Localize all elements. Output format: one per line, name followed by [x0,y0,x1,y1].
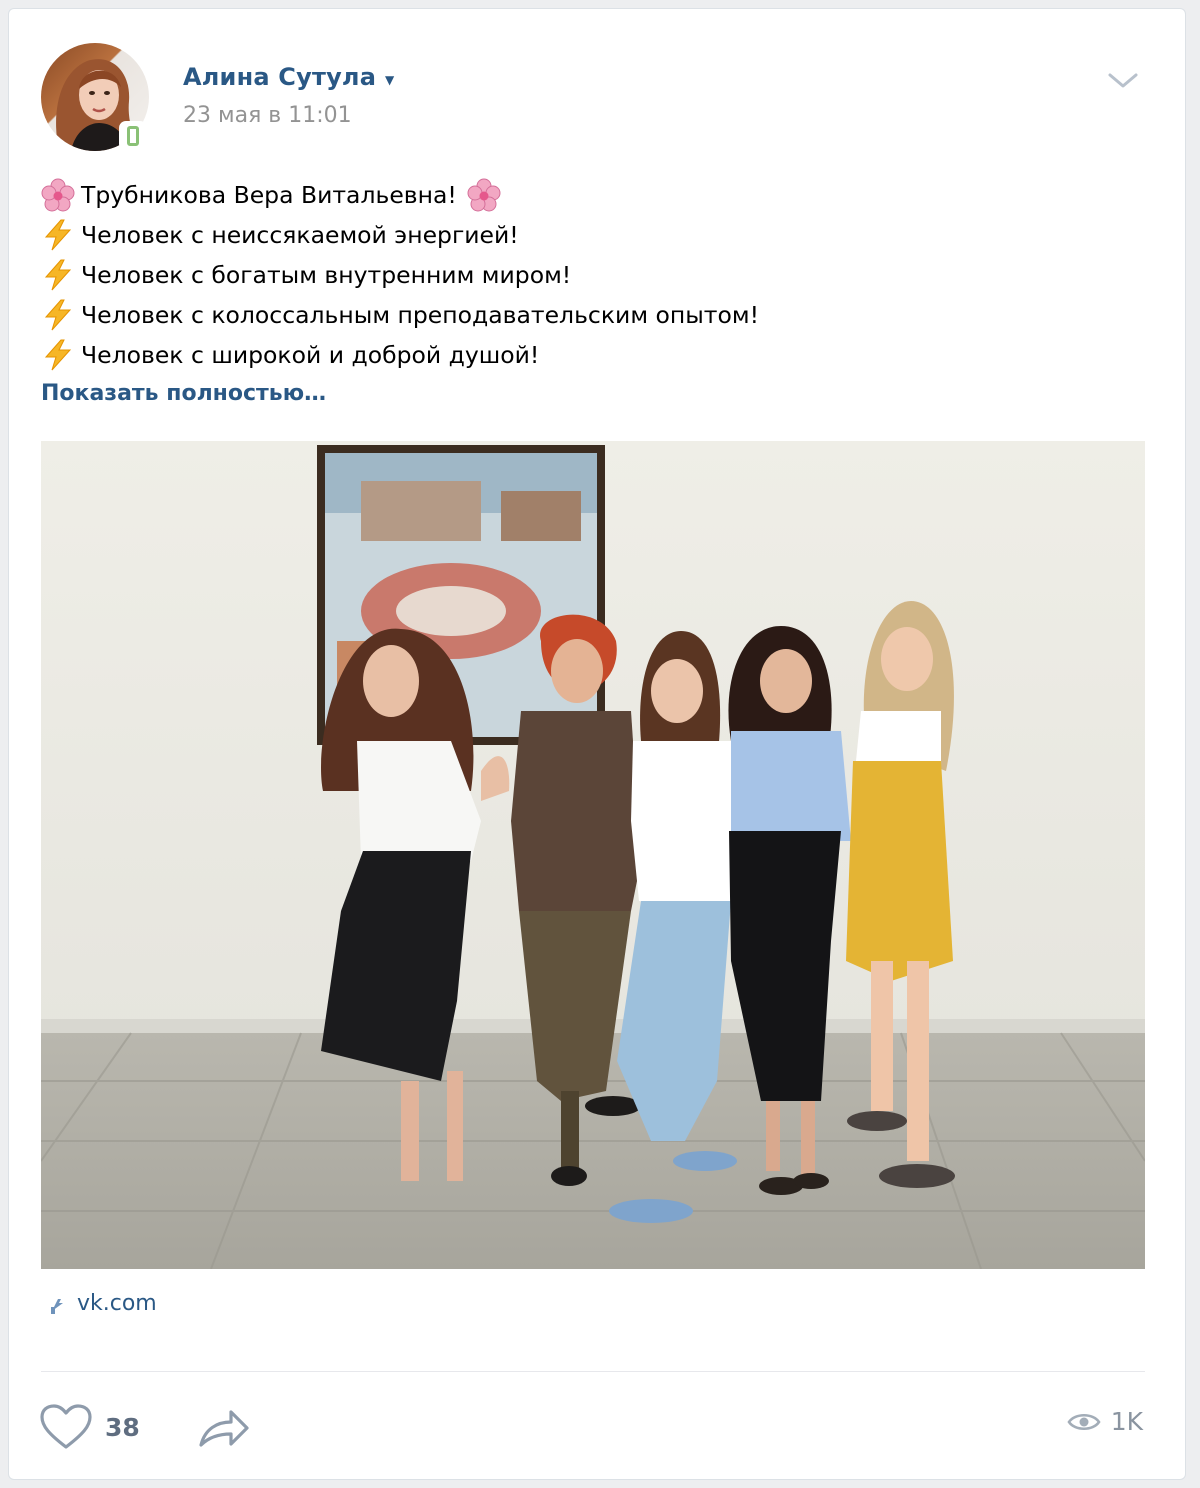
author-dropdown-caret-icon[interactable]: ▼ [385,73,394,87]
post-line-text: Человек с широкой и доброй душой! [81,341,540,369]
lightning-emoji-icon [44,219,72,251]
share-button[interactable] [197,1407,251,1453]
post-line: Человек с колоссальным преподавательским… [41,295,1141,335]
post-card: Алина Сутула ▼ 23 мая в 11:01 Трубникова… [8,8,1186,1480]
source-link[interactable]: vk.com [45,1291,157,1316]
post-line-text: Человек с неиссякаемой энергией! [81,221,519,249]
post-date[interactable]: 23 мая в 11:01 [183,103,352,128]
source-link-text[interactable]: vk.com [77,1291,157,1316]
post-line-text: Человек с богатым внутренним миром! [81,261,572,289]
eye-icon [1067,1413,1101,1430]
like-count: 38 [105,1412,140,1442]
lightning-emoji-icon [44,299,72,331]
post-text: Трубникова Вера Витальевна! Человек с не… [41,175,1141,375]
post-line-text: Трубникова Вера Витальевна! [81,181,457,209]
post-line-text: Человек с колоссальным преподавательским… [81,301,760,329]
flower-emoji-icon [467,178,501,212]
mobile-online-icon [119,121,147,151]
post-line: Человек с широкой и доброй душой! [41,335,1141,375]
footer-divider [41,1371,1145,1372]
post-line: Человек с богатым внутренним миром! [41,255,1141,295]
post-photo[interactable] [41,441,1145,1269]
author-name[interactable]: Алина Сутула [183,63,376,91]
link-icon [51,1298,63,1314]
show-more-link[interactable]: Показать полностью… [41,381,326,406]
heart-icon [40,1404,92,1449]
views-counter: 1K [1067,1407,1143,1436]
share-arrow-icon [199,1410,249,1447]
post-line: Трубникова Вера Витальевна! [41,175,1141,215]
flower-emoji-icon [41,178,75,212]
views-count: 1K [1110,1407,1143,1436]
like-button[interactable]: 38 [39,1403,140,1451]
lightning-emoji-icon [44,339,72,371]
lightning-emoji-icon [44,259,72,291]
post-line: Человек с неиссякаемой энергией! [41,215,1141,255]
chevron-down-icon[interactable] [1107,71,1139,95]
